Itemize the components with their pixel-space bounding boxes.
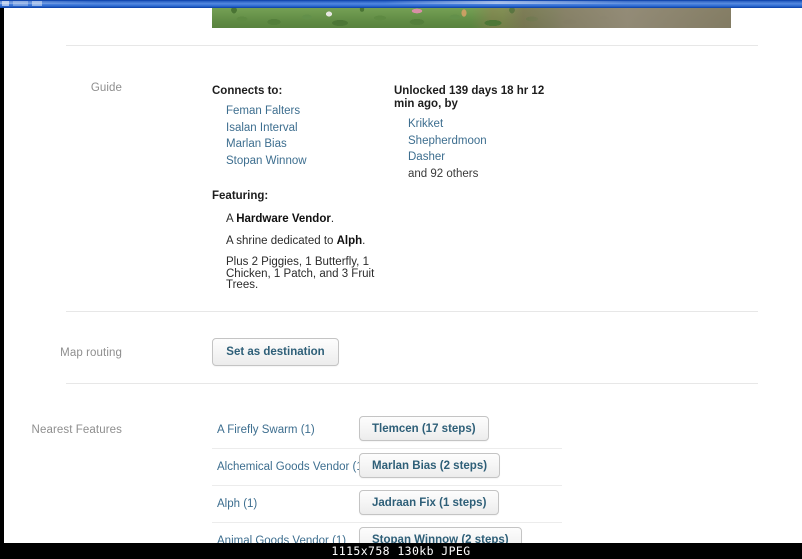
featuring-item-text-pre: A shrine dedicated to <box>226 234 337 247</box>
nearest-feature-name-link[interactable]: Alchemical Goods Vendor (1) <box>217 461 367 473</box>
divider-above-nearest-features <box>66 383 758 384</box>
connects-to-heading: Connects to: <box>212 85 283 97</box>
nearest-feature-name-link[interactable]: A Firefly Swarm (1) <box>217 424 315 436</box>
titlebar-caption-marks <box>2 1 62 6</box>
featuring-item-text-post: . <box>362 234 366 247</box>
location-banner-image <box>212 8 731 28</box>
table-row: Animal Goods Vendor (1) Stopan Winnow (2… <box>212 523 562 543</box>
unlocked-block: Unlocked 139 days 18 hr 12 min ago, by K… <box>394 85 594 182</box>
featuring-block: Featuring: A Hardware Vendor. A shrine d… <box>212 189 392 292</box>
image-status-bar: 1115x758 130kb JPEG <box>0 543 802 559</box>
connects-to-block: Connects to: Feman Falters Isalan Interv… <box>212 84 382 169</box>
nearest-feature-route-button[interactable]: Marlan Bias (2 steps) <box>359 453 501 478</box>
featuring-item-text-pre: A <box>226 213 237 225</box>
divider-top <box>66 45 758 46</box>
unlocked-by-user-link[interactable]: Krikket <box>394 116 594 133</box>
connects-to-link[interactable]: Marlan Bias <box>212 136 382 153</box>
unlocked-by-user-link[interactable]: Shepherdmoon <box>394 133 594 150</box>
titlebar-gloss <box>0 1 802 4</box>
featuring-summary: Plus 2 Piggies, 1 Butterfly, 1 Chicken, … <box>226 256 375 292</box>
table-row: A Firefly Swarm (1) Tlemcen (17 steps) <box>212 412 562 449</box>
unlocked-others-count: and 92 others <box>408 167 479 180</box>
map-routing-label: Map routing <box>60 347 122 359</box>
divider-above-map-routing <box>66 311 758 312</box>
nearest-feature-route-button[interactable]: Jadraan Fix (1 steps) <box>359 490 500 515</box>
guide-label: Guide <box>90 82 122 94</box>
unlocked-heading: Unlocked 139 days 18 hr 12 min ago, by <box>394 85 545 110</box>
featuring-item-emphasis: Hardware Vendor <box>236 213 331 225</box>
nearest-features-table: A Firefly Swarm (1) Tlemcen (17 steps) A… <box>212 412 562 543</box>
nearest-feature-route-button[interactable]: Stopan Winnow (2 steps) <box>359 527 522 543</box>
window-titlebar[interactable] <box>0 0 802 8</box>
image-info-text: 1115x758 130kb JPEG <box>331 544 471 558</box>
page-content-frame: Guide Connects to: Feman Falters Isalan … <box>4 8 802 543</box>
connects-to-link[interactable]: Stopan Winnow <box>212 153 382 170</box>
featuring-item-text-post: . <box>330 213 335 225</box>
connects-to-link[interactable]: Isalan Interval <box>212 120 382 137</box>
connects-to-link[interactable]: Feman Falters <box>212 103 382 120</box>
set-as-destination-button[interactable]: Set as destination <box>212 338 339 366</box>
table-row: Alph (1) Jadraan Fix (1 steps) <box>212 486 562 523</box>
featuring-item-emphasis: Alph <box>336 234 363 247</box>
table-row: Alchemical Goods Vendor (1) Marlan Bias … <box>212 449 562 486</box>
nearest-feature-route-button[interactable]: Tlemcen (17 steps) <box>359 416 489 441</box>
nearest-feature-name-link[interactable]: Animal Goods Vendor (1) <box>217 535 346 543</box>
featuring-item: A shrine dedicated to Alph. <box>212 233 392 250</box>
location-banner <box>212 8 731 28</box>
unlocked-by-user-link[interactable]: Dasher <box>394 149 594 166</box>
nearest-features-label: Nearest Features <box>31 424 122 436</box>
nearest-feature-name-link[interactable]: Alph (1) <box>217 498 257 510</box>
featuring-heading: Featuring: <box>212 190 269 202</box>
featuring-item: A Hardware Vendor. <box>212 211 392 228</box>
